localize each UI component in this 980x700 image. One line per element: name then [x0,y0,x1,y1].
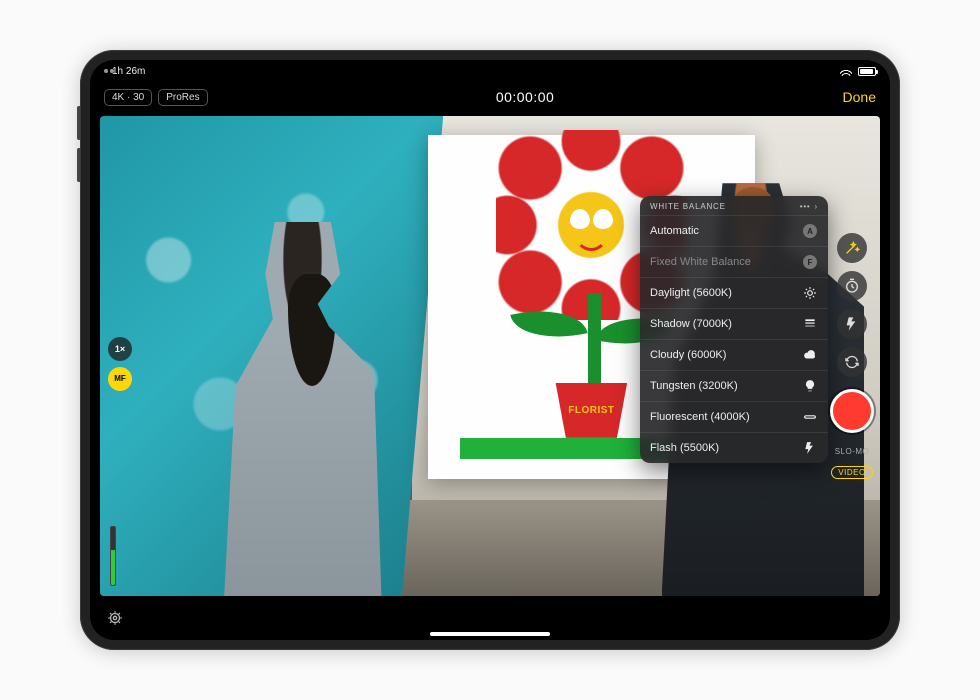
white-balance-popover: WHITE BALANCE ••• › Automatic A Fixed Whit… [640,196,828,463]
home-indicator[interactable] [430,632,550,636]
codec-chip[interactable]: ProRes [158,89,207,106]
white-balance-option[interactable]: Automatic A [640,215,828,246]
bolt-icon [802,440,818,456]
timecode: 00:00:00 [496,89,555,105]
white-balance-option-label: Automatic [650,225,699,237]
white-balance-option[interactable]: Cloudy (6000K) [640,339,828,370]
flip-icon [844,354,860,370]
white-balance-option-label: Fluorescent (4000K) [650,411,750,423]
zoom-button[interactable]: 1× [108,337,132,361]
bulb-icon [802,378,818,394]
white-balance-option[interactable]: Fluorescent (4000K) [640,401,828,432]
white-balance-option-label: Daylight (5600K) [650,287,732,299]
white-balance-option[interactable]: Tungsten (3200K) [640,370,828,401]
wand-button[interactable] [837,233,867,263]
flip-button[interactable] [837,347,867,377]
cloud-icon [802,347,818,363]
timer-icon [844,278,860,294]
tool-column: SLO-MO VIDEO [834,156,870,556]
top-toolbar: 4K · 30 ProRes 00:00:00 Done [90,82,890,112]
camera-viewfinder[interactable]: FLORIST 1× MF WHITE BALANCE ••• › [100,116,880,596]
white-balance-option-label: Flash (5500K) [650,442,719,454]
mode-video[interactable]: VIDEO [831,466,872,479]
settings-button[interactable] [104,607,126,629]
flash-button[interactable] [837,309,867,339]
white-balance-option[interactable]: Shadow (7000K) [640,308,828,339]
focus-mode-button[interactable]: MF [108,367,132,391]
wifi-icon [840,66,852,76]
resolution-chip[interactable]: 4K · 30 [104,89,152,106]
mode-slomo[interactable]: SLO-MO [835,445,870,458]
white-balance-option-label: Tungsten (3200K) [650,380,738,392]
flash-icon [844,316,860,332]
status-bar: 1h 26m [90,60,890,82]
white-balance-option[interactable]: Fixed White Balance F [640,246,828,277]
ipad-frame: 1h 26m 4K · 30 ProRes 00:00:00 Done [80,50,900,650]
poster-text: FLORIST [568,405,614,416]
screen: 1h 26m 4K · 30 ProRes 00:00:00 Done [90,60,890,640]
tube-icon [802,409,818,425]
audio-level-meter [110,526,116,586]
white-balance-option-label: Fixed White Balance [650,256,751,268]
status-time: 1h 26m [112,66,145,77]
record-button[interactable] [830,389,874,433]
gear-icon [106,609,124,627]
timer-button[interactable] [837,271,867,301]
badge-icon: F [802,254,818,270]
done-button[interactable]: Done [843,89,876,105]
white-balance-option[interactable]: Flash (5500K) [640,432,828,463]
battery-icon [858,67,876,76]
badge-icon: A [802,223,818,239]
bottom-bar [90,596,890,640]
popover-more-button[interactable]: ••• › [800,202,818,211]
recent-apps-indicator [104,69,108,73]
white-balance-option[interactable]: Daylight (5600K) [640,277,828,308]
sun-icon [802,285,818,301]
ellipsis-icon: ••• [800,202,811,211]
white-balance-option-label: Cloudy (6000K) [650,349,726,361]
white-balance-option-label: Shadow (7000K) [650,318,732,330]
shade-icon [802,316,818,332]
wand-icon [844,240,860,256]
popover-title: WHITE BALANCE [650,202,726,211]
chevron-right-icon: › [815,202,818,211]
